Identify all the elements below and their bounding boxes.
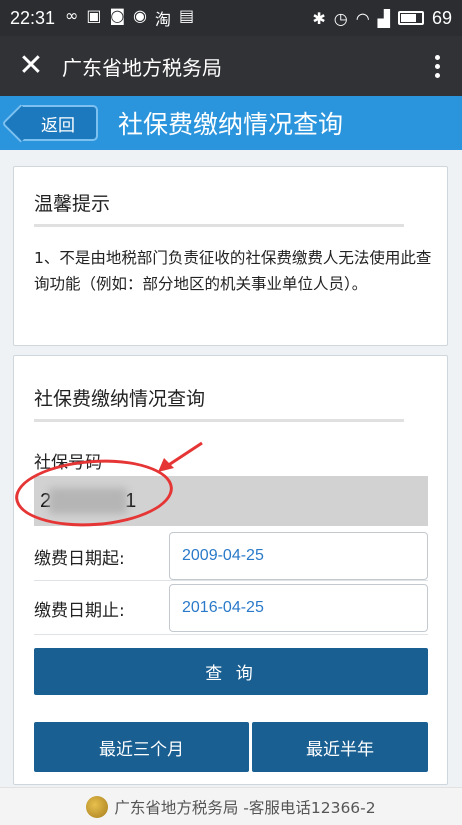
taobao-icon: 淘 [155, 10, 172, 29]
query-card: 社保费缴纳情况查询 社保号码 2 1 缴费日期起: 2009-04-25 缴费日… [13, 355, 448, 785]
query-button[interactable]: 查 询 [34, 648, 428, 695]
app-icon: ◉ [133, 6, 147, 25]
recent-3-months-button[interactable]: 最近三个月 [34, 722, 249, 772]
query-divider [34, 419, 404, 422]
infinity-icon: ∞ [65, 6, 79, 25]
back-button[interactable]: 返回 [20, 105, 98, 141]
app-icon: ◙ [109, 6, 126, 25]
bluetooth-icon: ✱ [312, 8, 326, 28]
close-icon[interactable]: ✕ [0, 36, 62, 96]
app-header: 返回 社保费缴纳情况查询 [0, 96, 462, 150]
status-right-icons: ✱ ◷ ◠ ▟ 69 [312, 8, 452, 29]
row-divider [34, 634, 428, 635]
status-bar: 22:31 ∞ ▣ ◙ ◉ 淘 ▤ ✱ ◷ ◠ ▟ 69 [0, 0, 462, 36]
battery-level: 69 [431, 7, 452, 28]
more-icon[interactable] [412, 54, 462, 78]
tips-title: 温馨提示 [34, 193, 111, 215]
back-button-label: 返回 [41, 115, 75, 136]
end-date-row: 缴费日期止: 2016-04-25 [34, 584, 428, 632]
end-date-input[interactable]: 2016-04-25 [169, 584, 428, 632]
tax-bureau-logo-icon [86, 795, 109, 818]
image-icon: ▣ [86, 6, 102, 25]
query-title: 社保费缴纳情况查询 [34, 388, 206, 410]
signal-icon: ▟ [377, 8, 390, 28]
start-date-label: 缴费日期起: [34, 549, 125, 569]
wifi-icon: ◠ [355, 8, 370, 28]
recent-half-year-button[interactable]: 最近半年 [252, 722, 428, 772]
wechat-title: 广东省地方税务局 [62, 55, 222, 80]
footer: 广东省地方税务局 -客服电话12366-2 [0, 787, 462, 825]
annotation-arrow-icon [158, 441, 203, 472]
alarm-icon: ◷ [333, 8, 348, 28]
start-date-row: 缴费日期起: 2009-04-25 [34, 532, 428, 580]
tips-card: 温馨提示 1、不是由地税部门负责征收的社保费缴费人无法使用此查询功能（例如：部分… [13, 166, 448, 346]
tips-body: 1、不是由地税部门负责征收的社保费缴费人无法使用此查询功能（例如：部分地区的机关… [34, 249, 432, 293]
start-date-input[interactable]: 2009-04-25 [169, 532, 428, 580]
wechat-header: ✕ 广东省地方税务局 [0, 36, 462, 96]
row-divider [34, 580, 428, 581]
page-title: 社保费缴纳情况查询 [118, 110, 344, 139]
footer-text: 广东省地方税务局 -客服电话12366-2 [114, 798, 376, 817]
sim-icon: ▤ [179, 6, 195, 25]
status-left-icons: ∞ ▣ ◙ ◉ 淘 ▤ [65, 6, 194, 30]
battery-icon [397, 11, 424, 25]
end-date-label: 缴费日期止: [34, 601, 125, 621]
status-time: 22:31 [10, 7, 56, 28]
tips-divider [34, 224, 404, 227]
